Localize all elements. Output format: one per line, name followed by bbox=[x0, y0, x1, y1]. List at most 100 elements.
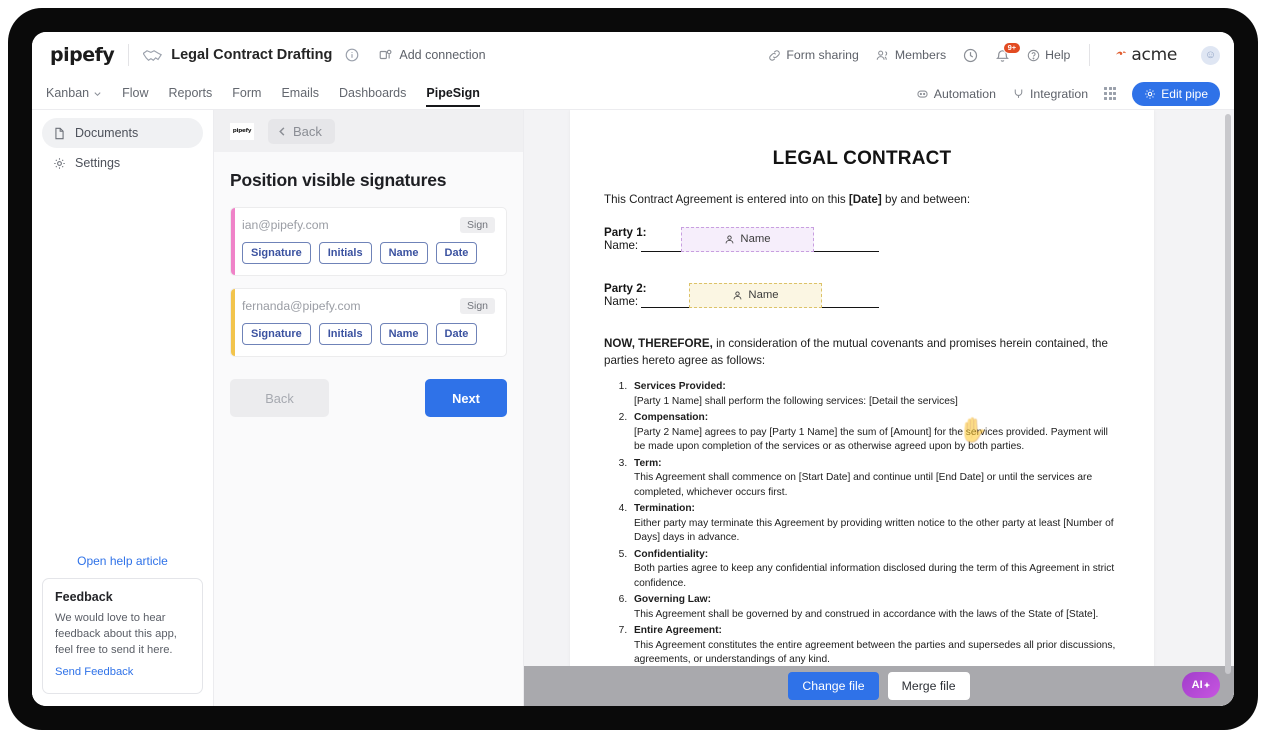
signer-card-2: fernanda@pipefy.com Sign Signature Initi… bbox=[230, 288, 507, 357]
tag-initials-1[interactable]: Initials bbox=[318, 242, 372, 264]
tag-name-1[interactable]: Name bbox=[379, 242, 428, 264]
grid-apps-icon[interactable] bbox=[1104, 87, 1117, 100]
signature-field-party-2[interactable]: Name bbox=[689, 282, 822, 308]
tag-initials-2[interactable]: Initials bbox=[318, 323, 372, 345]
sidebar-item-settings-label: Settings bbox=[75, 156, 121, 170]
add-connection-button[interactable]: Add connection bbox=[379, 48, 486, 62]
tag-signature-1[interactable]: Signature bbox=[242, 242, 311, 264]
pipefy-small-logo: pipefy bbox=[230, 122, 254, 140]
wizard-next-button[interactable]: Next bbox=[425, 379, 507, 417]
person-icon bbox=[734, 291, 742, 300]
info-circle-icon[interactable] bbox=[345, 48, 359, 62]
notifications-button[interactable]: 9+ bbox=[995, 41, 1021, 63]
tab-form[interactable]: Form bbox=[232, 86, 261, 107]
tag-date-1[interactable]: Date bbox=[435, 242, 478, 264]
document-viewer[interactable]: LEGAL CONTRACT This Contract Agreement i… bbox=[524, 110, 1234, 706]
automation-button[interactable]: Automation bbox=[916, 87, 996, 101]
tab-reports[interactable]: Reports bbox=[169, 86, 213, 107]
gear-icon bbox=[1145, 88, 1156, 99]
sidebar-item-documents-label: Documents bbox=[75, 126, 139, 140]
form-sharing-label: Form sharing bbox=[786, 48, 859, 62]
clause-item: Entire Agreement: This Agreement constit… bbox=[630, 624, 1120, 667]
clause-item: Confidentiality: Both parties agree to k… bbox=[630, 548, 1120, 591]
header-actions: Form sharing Members 9+ Help acme ☺ bbox=[768, 41, 1220, 66]
header-divider bbox=[128, 44, 130, 66]
clock-icon[interactable] bbox=[963, 48, 978, 63]
tag-signature-2[interactable]: Signature bbox=[242, 323, 311, 345]
integration-button[interactable]: Integration bbox=[1012, 87, 1088, 101]
pipefy-logo[interactable]: pipefy bbox=[50, 44, 115, 66]
tab-pipesign[interactable]: PipeSign bbox=[426, 86, 481, 107]
signer-email-2: fernanda@pipefy.com bbox=[242, 299, 361, 313]
notification-badge: 9+ bbox=[1003, 41, 1021, 54]
open-help-article-link[interactable]: Open help article bbox=[42, 554, 203, 568]
document-clause-list: Services Provided: [Party 1 Name] shall … bbox=[630, 380, 1120, 667]
org-name: acme bbox=[1131, 45, 1177, 65]
document-page: LEGAL CONTRACT This Contract Agreement i… bbox=[570, 110, 1154, 706]
wizard-back-button[interactable]: Back bbox=[230, 379, 329, 417]
file-action-bar: Change file Merge file bbox=[524, 666, 1234, 706]
tab-kanban-label: Kanban bbox=[46, 86, 90, 100]
members-button[interactable]: Members bbox=[876, 48, 946, 62]
page-title: Legal Contract Drafting bbox=[171, 47, 333, 63]
merge-file-button[interactable]: Merge file bbox=[887, 672, 970, 700]
intro-date-token: [Date] bbox=[848, 193, 882, 206]
avatar[interactable]: ☺ bbox=[1201, 45, 1220, 65]
device-frame: pipefy Legal Contract Drafting Add conne… bbox=[0, 0, 1266, 738]
top-header: pipefy Legal Contract Drafting Add conne… bbox=[32, 32, 1234, 78]
intro-part-a: This Contract Agreement is entered into … bbox=[604, 193, 849, 206]
document-now-therefore: NOW, THEREFORE, in consideration of the … bbox=[604, 336, 1120, 370]
tab-emails[interactable]: Emails bbox=[281, 86, 319, 107]
intro-part-c: by and between: bbox=[881, 193, 971, 206]
left-sidebar: Documents Settings Open help article Fee… bbox=[32, 110, 214, 706]
feedback-body: We would love to hear feedback about thi… bbox=[55, 612, 177, 657]
app-body: Documents Settings Open help article Fee… bbox=[32, 110, 1234, 706]
form-sharing-button[interactable]: Form sharing bbox=[768, 48, 859, 62]
tab-dashboards[interactable]: Dashboards bbox=[339, 86, 406, 107]
tab-flow[interactable]: Flow bbox=[122, 86, 148, 107]
chevron-left-icon bbox=[279, 126, 285, 136]
edit-pipe-label: Edit pipe bbox=[1161, 86, 1208, 101]
tag-date-2[interactable]: Date bbox=[435, 323, 478, 345]
signer-email-1: ian@pipefy.com bbox=[242, 218, 329, 232]
ai-assistant-button[interactable]: AI ✦ bbox=[1182, 672, 1220, 698]
tab-form-label: Form bbox=[232, 86, 262, 100]
org-logo[interactable]: acme bbox=[1115, 45, 1177, 65]
page-scrollbar[interactable] bbox=[1225, 114, 1231, 674]
gear-icon bbox=[54, 157, 65, 169]
clause-item: Services Provided: [Party 1 Name] shall … bbox=[630, 380, 1120, 409]
panel-back-label: Back bbox=[293, 123, 322, 139]
signature-field-party-1[interactable]: Name bbox=[681, 226, 814, 252]
add-connection-label: Add connection bbox=[399, 48, 486, 62]
clause-body: This Agreement shall commence on [Start … bbox=[634, 472, 1093, 498]
tab-flow-label: Flow bbox=[122, 86, 149, 100]
tab-kanban[interactable]: Kanban bbox=[46, 86, 102, 107]
clause-heading: Term: bbox=[634, 457, 662, 469]
nav-actions: Automation Integration Edit pipe bbox=[916, 81, 1220, 106]
clause-heading: Confidentiality: bbox=[634, 548, 709, 560]
signer-role-badge-1[interactable]: Sign bbox=[459, 217, 495, 233]
change-file-button[interactable]: Change file bbox=[788, 672, 879, 700]
signer-role-badge-2[interactable]: Sign bbox=[459, 298, 495, 314]
app-screen: pipefy Legal Contract Drafting Add conne… bbox=[32, 32, 1234, 706]
tag-name-2[interactable]: Name bbox=[379, 323, 428, 345]
panel-back-button[interactable]: Back bbox=[268, 118, 335, 144]
party-2-label: Party 2: bbox=[604, 281, 647, 295]
integration-label: Integration bbox=[1029, 86, 1089, 101]
tab-pipesign-label: PipeSign bbox=[426, 86, 480, 100]
send-feedback-link[interactable]: Send Feedback bbox=[55, 666, 133, 678]
chevron-down-icon bbox=[94, 91, 101, 96]
signer-card-1-head: ian@pipefy.com Sign bbox=[242, 217, 495, 233]
signer-tags-1: Signature Initials Name Date bbox=[242, 242, 495, 264]
sidebar-item-settings[interactable]: Settings bbox=[42, 148, 203, 178]
clause-body: [Party 2 Name] agrees to pay [Party 1 Na… bbox=[634, 426, 1108, 453]
help-button[interactable]: Help bbox=[1027, 48, 1070, 62]
clause-item: Termination: Either party may terminate … bbox=[630, 502, 1120, 545]
clause-heading: Entire Agreement: bbox=[634, 625, 722, 637]
feedback-card: Feedback We would love to hear feedback … bbox=[42, 578, 203, 694]
sidebar-item-documents[interactable]: Documents bbox=[42, 118, 203, 148]
edit-pipe-button[interactable]: Edit pipe bbox=[1132, 81, 1220, 106]
party-2-block: Party 2: Name: Name bbox=[604, 282, 1120, 308]
tab-reports-label: Reports bbox=[168, 86, 213, 100]
